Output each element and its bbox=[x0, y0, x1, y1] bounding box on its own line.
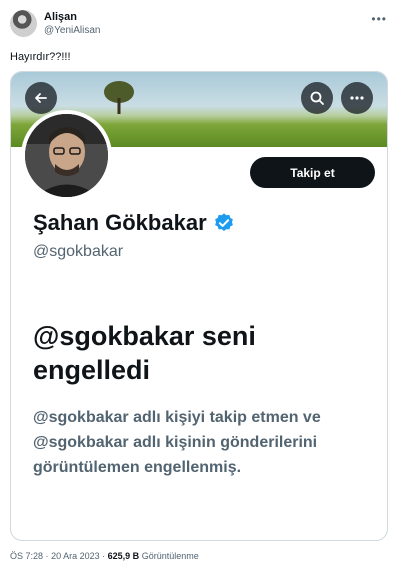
author-handle[interactable]: @YeniAlisan bbox=[44, 25, 100, 36]
views-count: 625,9 B bbox=[107, 551, 140, 561]
profile-display-name: Şahan Gökbakar bbox=[33, 210, 207, 235]
profile-more-button[interactable] bbox=[341, 82, 373, 114]
search-button[interactable] bbox=[301, 82, 333, 114]
search-icon bbox=[310, 91, 324, 105]
verified-badge-icon bbox=[214, 213, 233, 231]
tweet-header: Alişan @YeniAlisan ••• bbox=[10, 10, 391, 40]
tweet-text: Hayırdır??!!! bbox=[10, 51, 71, 63]
profile-photo bbox=[25, 114, 108, 197]
more-horizontal-icon bbox=[350, 96, 364, 100]
more-horizontal-icon[interactable]: ••• bbox=[371, 12, 387, 26]
author-avatar[interactable] bbox=[10, 10, 37, 37]
profile-avatar[interactable] bbox=[21, 110, 112, 201]
follow-button[interactable]: Takip et bbox=[250, 157, 375, 188]
meta-separator: · bbox=[45, 551, 49, 561]
views-label: Görüntülenme bbox=[141, 551, 199, 561]
blocked-title: @sgokbakar seni engelledi bbox=[33, 321, 256, 385]
back-button[interactable] bbox=[25, 82, 57, 114]
blocked-description: @sgokbakar adlı kişiyi takip etmen ve @s… bbox=[33, 409, 321, 476]
profile-name-row: Şahan Gökbakar bbox=[33, 210, 235, 236]
tweet-media[interactable]: Takip et Şahan Gökbakar @sgokbakar @sgok… bbox=[10, 71, 388, 541]
tweet-date[interactable]: 20 Ara 2023 bbox=[51, 551, 100, 561]
meta-separator: · bbox=[102, 551, 106, 561]
profile-handle: @sgokbakar bbox=[33, 243, 124, 260]
tweet-time[interactable]: ÖS 7:28 bbox=[10, 551, 43, 561]
author-display-name[interactable]: Alişan bbox=[44, 11, 77, 23]
tree-graphic bbox=[104, 81, 134, 114]
arrow-left-icon bbox=[35, 93, 47, 103]
tweet-meta: ÖS 7:28 · 20 Ara 2023 · 625,9 B Görüntül… bbox=[10, 551, 199, 561]
